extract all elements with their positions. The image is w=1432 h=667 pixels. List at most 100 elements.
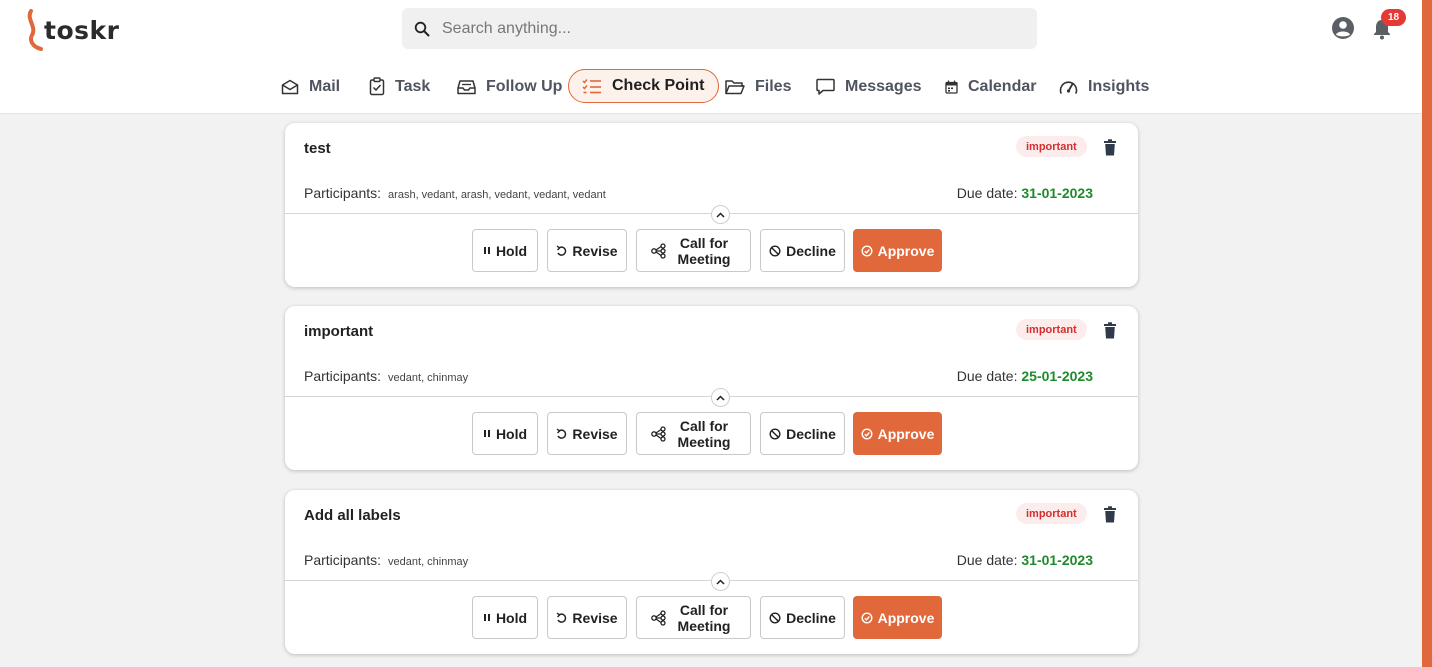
meeting-text: Meeting [677, 250, 731, 267]
participants-names: arash, vedant, arash, vedant, vedant, ve… [388, 189, 606, 201]
hold-button-label: Hold [495, 242, 528, 259]
nav-item-insights-label: Insights [1088, 77, 1150, 95]
due-date-label: Due date: [956, 552, 1018, 568]
collapse-toggle[interactable] [711, 388, 730, 407]
nav-item-mail-label: Mail [309, 77, 341, 95]
nav-item-follow-up-label: Follow Up [486, 77, 563, 95]
call-for-meeting-button[interactable]: Call for Meeting [636, 412, 751, 455]
right-accent-bar [1422, 0, 1432, 667]
participants-label: Participants: [304, 185, 382, 201]
collapse-toggle[interactable] [711, 205, 730, 224]
priority-tag: important [1016, 503, 1087, 524]
undo-icon [556, 611, 567, 623]
main-nav: Mail Task Follow Up Check Point Files Me… [0, 68, 1422, 104]
priority-tag: important [1016, 319, 1087, 340]
nav-item-task[interactable]: Task [369, 70, 430, 103]
nav-item-messages-label: Messages [845, 77, 922, 95]
trash-icon[interactable] [1103, 506, 1117, 523]
clipboard-icon [369, 77, 385, 96]
approve-button[interactable]: Approve [853, 229, 942, 272]
call-for-meeting-label: Call for Meeting [672, 418, 736, 450]
participants-row: Participants: vedant, chinmay [304, 552, 468, 568]
revise-button-label: Revise [572, 242, 618, 259]
meeting-network-icon [651, 242, 666, 259]
checkpoint-title: important [304, 323, 374, 340]
app-logo[interactable]: toskr [24, 8, 119, 52]
nav-item-calendar[interactable]: Calendar [945, 70, 1036, 103]
participants-names: vedant, chinmay [388, 556, 469, 568]
nav-item-mail[interactable]: Mail [281, 70, 340, 103]
participants-label: Participants: [304, 368, 382, 384]
mail-icon [281, 79, 299, 94]
due-date-row: Due date: 31-01-2023 [957, 185, 1093, 201]
inbox-icon [457, 79, 476, 94]
decline-button-label: Decline [786, 609, 836, 626]
hold-button[interactable]: Hold [472, 229, 538, 272]
account-circle-icon[interactable] [1331, 16, 1355, 40]
collapse-toggle[interactable] [711, 572, 730, 591]
due-date-value: 31-01-2023 [1021, 552, 1093, 568]
hold-button-label: Hold [495, 609, 528, 626]
revise-button[interactable]: Revise [547, 229, 627, 272]
due-date-label: Due date: [956, 185, 1018, 201]
nav-item-check-point-label: Check Point [612, 77, 705, 94]
decline-button-label: Decline [786, 425, 836, 442]
priority-tag: important [1016, 136, 1087, 157]
nav-item-task-label: Task [395, 77, 431, 95]
approve-button[interactable]: Approve [853, 596, 942, 639]
due-date-value: 31-01-2023 [1021, 185, 1093, 201]
decline-button[interactable]: Decline [760, 229, 845, 272]
due-date-label: Due date: [956, 368, 1018, 384]
search-icon [414, 21, 430, 36]
participants-label: Participants: [304, 552, 382, 568]
nav-item-messages[interactable]: Messages [816, 70, 922, 103]
decline-button[interactable]: Decline [760, 596, 845, 639]
approve-button-label: Approve [877, 425, 935, 442]
revise-button[interactable]: Revise [547, 412, 627, 455]
participants-row: Participants: arash, vedant, arash, veda… [304, 185, 606, 201]
pause-icon [483, 247, 490, 254]
hold-button[interactable]: Hold [472, 412, 538, 455]
hold-button[interactable]: Hold [472, 596, 538, 639]
check-circle-icon [861, 611, 873, 624]
chevron-up-icon [716, 394, 725, 401]
call-for-text: Call for [679, 234, 729, 251]
gauge-icon [1059, 80, 1078, 94]
chevron-up-icon [716, 578, 725, 585]
call-for-meeting-label: Call for Meeting [672, 235, 736, 267]
undo-icon [556, 244, 567, 256]
trash-icon[interactable] [1103, 139, 1117, 156]
search-bar[interactable] [402, 8, 1037, 49]
due-date-row: Due date: 25-01-2023 [957, 368, 1093, 384]
nav-item-files[interactable]: Files [725, 70, 791, 103]
meeting-network-icon [651, 609, 666, 626]
checkpoint-title: Add all labels [304, 507, 401, 524]
approve-button[interactable]: Approve [853, 412, 942, 455]
revise-button-label: Revise [572, 609, 618, 626]
check-circle-icon [861, 244, 873, 257]
search-input[interactable] [442, 19, 1022, 38]
trash-icon[interactable] [1103, 322, 1117, 339]
calendar-icon [945, 80, 958, 94]
call-for-meeting-button[interactable]: Call for Meeting [636, 596, 751, 639]
checkpoint-card: important important Participants: vedant… [285, 306, 1138, 470]
nav-item-files-label: Files [755, 77, 792, 95]
pause-icon [483, 614, 490, 621]
participants-row: Participants: vedant, chinmay [304, 368, 468, 384]
nav-item-follow-up[interactable]: Follow Up [457, 70, 562, 103]
revise-button-label: Revise [572, 425, 618, 442]
revise-button[interactable]: Revise [547, 596, 627, 639]
nav-item-check-point[interactable]: Check Point [568, 69, 720, 103]
logo-mark-icon [27, 9, 43, 51]
approve-button-label: Approve [877, 242, 935, 259]
meeting-text: Meeting [677, 433, 731, 450]
block-icon [769, 244, 781, 257]
nav-item-insights[interactable]: Insights [1059, 70, 1149, 103]
chat-icon [816, 78, 835, 95]
due-date-row: Due date: 31-01-2023 [957, 552, 1093, 568]
undo-icon [556, 427, 567, 439]
pause-icon [483, 430, 490, 437]
call-for-meeting-button[interactable]: Call for Meeting [636, 229, 751, 272]
decline-button[interactable]: Decline [760, 412, 845, 455]
folder-icon [725, 79, 745, 94]
